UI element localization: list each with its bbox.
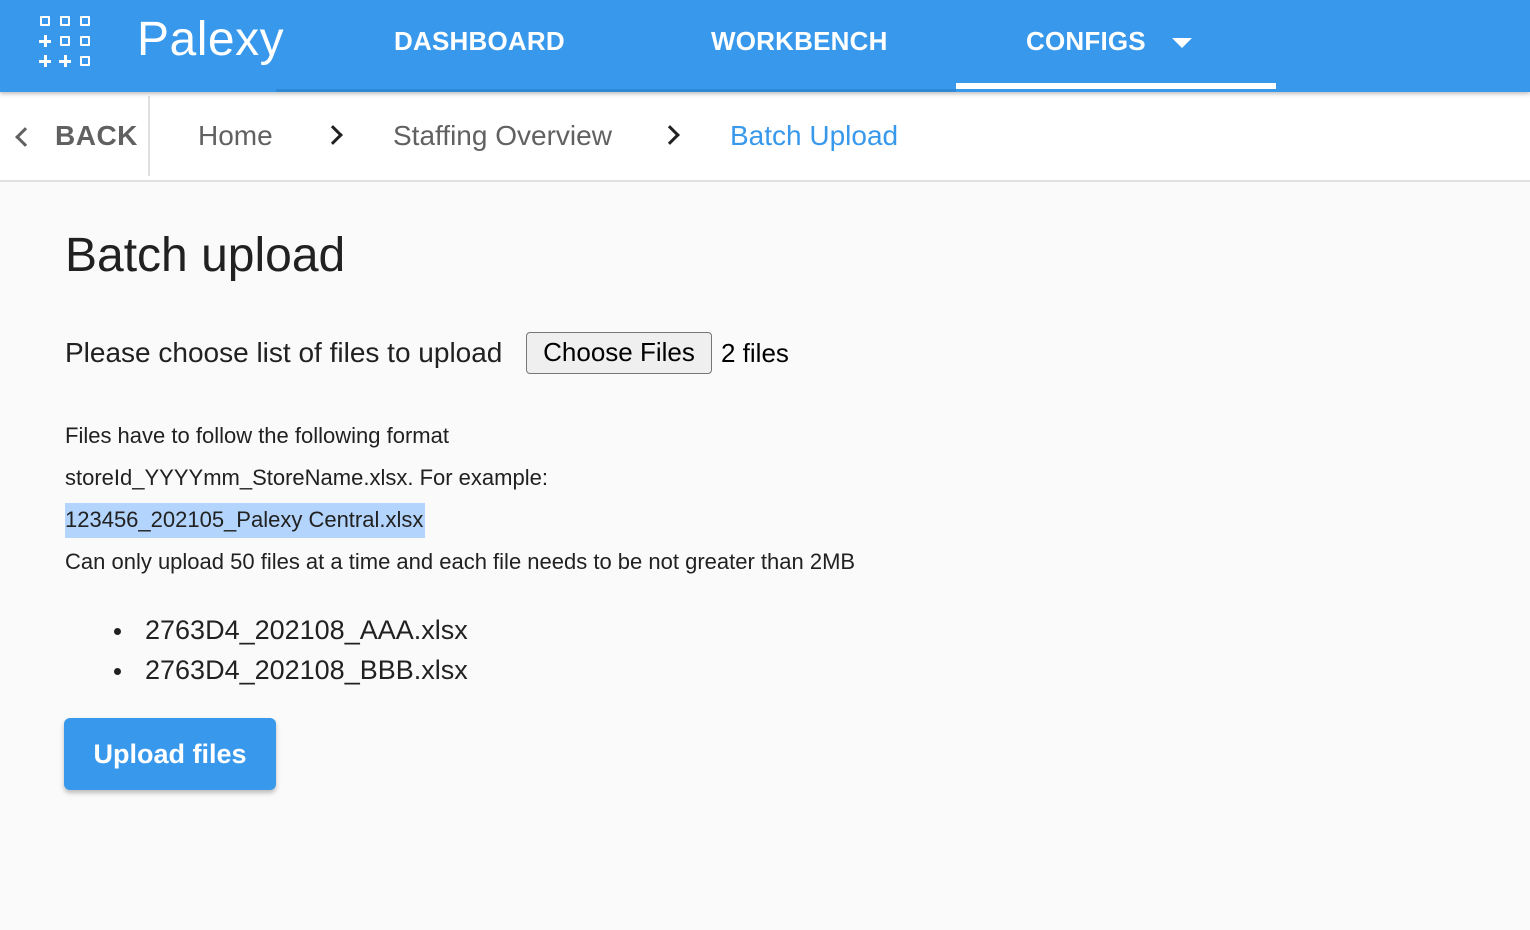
brand-logo-text[interactable]: Palexy bbox=[137, 12, 284, 67]
selected-file-count: 2 files bbox=[721, 338, 789, 368]
list-item: 2763D4_202108_BBB.xlsx bbox=[110, 652, 468, 692]
nav-active-indicator bbox=[956, 83, 1276, 89]
apps-grid-icon[interactable] bbox=[39, 16, 94, 70]
nav-workbench[interactable]: WORKBENCH bbox=[711, 26, 888, 57]
breadcrumb-home[interactable]: Home bbox=[198, 120, 273, 152]
breadcrumb-staffing-overview[interactable]: Staffing Overview bbox=[393, 120, 612, 152]
top-app-bar: Palexy DASHBOARD WORKBENCH CONFIGS bbox=[0, 0, 1530, 92]
back-label: BACK bbox=[55, 120, 138, 151]
back-button[interactable]: BACK bbox=[0, 96, 150, 176]
choose-files-button[interactable]: Choose Files bbox=[526, 332, 712, 374]
nav-dashboard[interactable]: DASHBOARD bbox=[394, 26, 565, 57]
dropdown-caret-icon[interactable] bbox=[1172, 38, 1192, 48]
file-chooser-label: Please choose list of files to upload bbox=[65, 337, 503, 368]
format-example-text: 123456_202105_Palexy Central.xlsx bbox=[65, 503, 426, 538]
format-instructions-line2: storeId_YYYYmm_StoreName.xlsx. For examp… bbox=[65, 465, 548, 490]
selected-files-list: 2763D4_202108_AAA.xlsx 2763D4_202108_BBB… bbox=[110, 612, 468, 692]
format-example: 123456_202105_Palexy Central.xlsx bbox=[65, 503, 426, 538]
chevron-right-icon bbox=[323, 125, 343, 145]
breadcrumb-bar: BACK Home Staffing Overview Batch Upload bbox=[0, 92, 1530, 182]
page-title: Batch upload bbox=[65, 229, 346, 282]
breadcrumb-batch-upload: Batch Upload bbox=[730, 120, 899, 151]
list-item: 2763D4_202108_AAA.xlsx bbox=[110, 612, 468, 652]
chevron-right-icon bbox=[660, 125, 680, 145]
nav-configs[interactable]: CONFIGS bbox=[1026, 26, 1146, 57]
format-instructions-line1: Files have to follow the following forma… bbox=[65, 423, 449, 448]
brand-underline bbox=[276, 89, 956, 92]
upload-files-button[interactable]: Upload files bbox=[64, 718, 276, 790]
chevron-left-icon bbox=[15, 127, 35, 147]
upload-limit-note: Can only upload 50 files at a time and e… bbox=[65, 549, 856, 574]
